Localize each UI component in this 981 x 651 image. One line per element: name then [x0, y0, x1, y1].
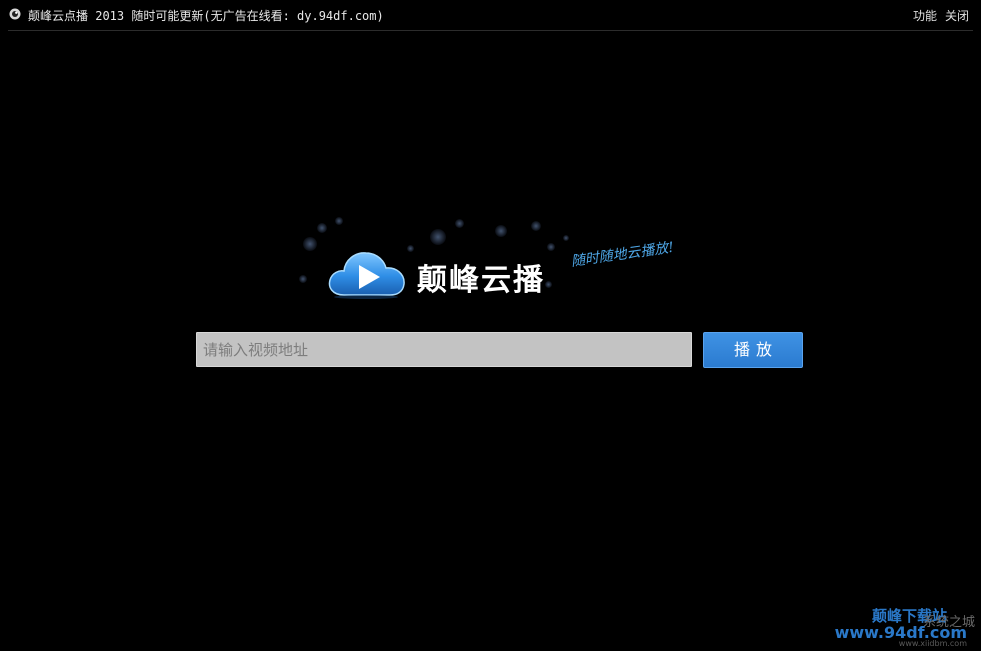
bokeh-decoration: [545, 281, 552, 288]
app-window: 颠峰云点播 2013 随时可能更新(无广告在线看: dy.94df.com) 功…: [0, 0, 981, 651]
window-title: 颠峰云点播 2013 随时可能更新(无广告在线看: dy.94df.com): [28, 9, 384, 23]
brand-logo: 颠峰云播 随时随地云播放!: [295, 215, 695, 305]
bokeh-decoration: [563, 235, 569, 241]
cloud-play-icon: [328, 252, 405, 299]
title-divider: [8, 30, 973, 31]
watermark-tiny-text: www.xiidbm.com: [898, 639, 967, 648]
features-button[interactable]: 功能: [913, 7, 937, 24]
brand-name: 颠峰云播: [417, 263, 545, 298]
close-button[interactable]: 关闭: [945, 7, 969, 24]
play-button[interactable]: 播放: [703, 332, 803, 368]
app-logo-icon: [9, 8, 21, 20]
title-actions: 功能 关闭: [913, 7, 969, 24]
title-bar[interactable]: 颠峰云点播 2013 随时可能更新(无广告在线看: dy.94df.com) 功…: [0, 0, 981, 30]
bokeh-decoration: [299, 275, 307, 283]
bokeh-decoration: [407, 245, 414, 252]
brand-slogan: 随时随地云播放!: [570, 239, 675, 270]
bokeh-decoration: [547, 243, 555, 251]
watermark: 颠峰下载站 系统之城 www.94df.com www.xiidbm.com: [825, 601, 975, 648]
bokeh-decoration: [317, 223, 327, 233]
bokeh-decoration: [430, 229, 446, 245]
bokeh-decoration: [495, 225, 507, 237]
bokeh-decoration: [531, 221, 541, 231]
bokeh-decoration: [335, 217, 343, 225]
bokeh-decoration: [455, 219, 464, 228]
bokeh-decoration: [303, 237, 317, 251]
video-url-input[interactable]: [196, 332, 692, 367]
